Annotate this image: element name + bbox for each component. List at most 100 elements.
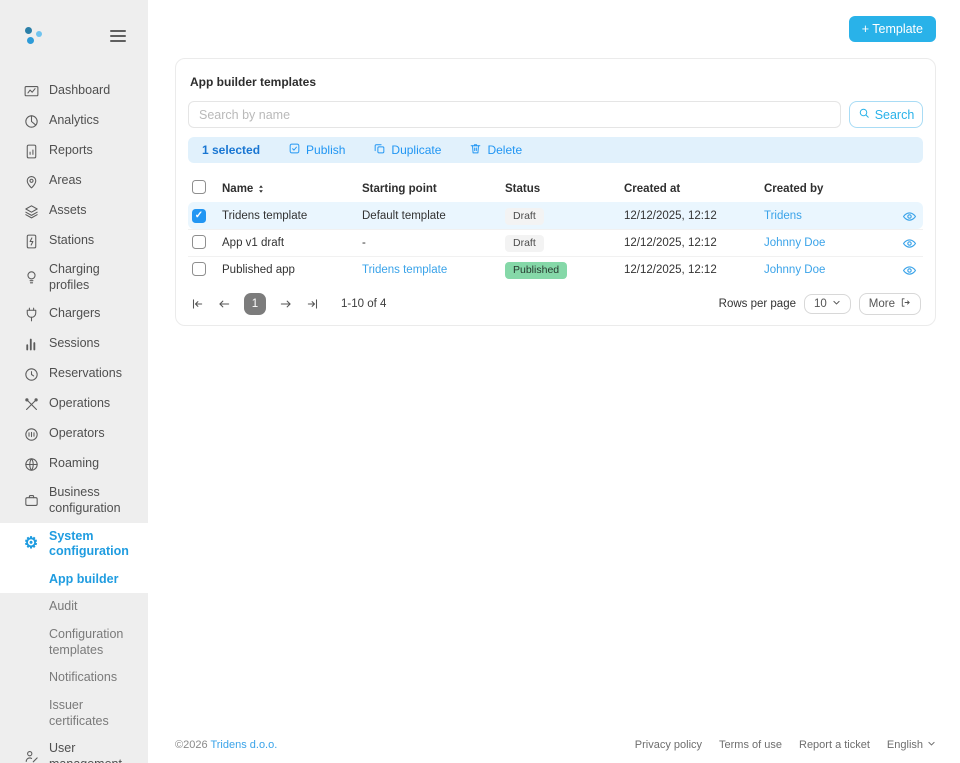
- duplicate-button[interactable]: Duplicate: [373, 142, 441, 158]
- hamburger-menu-icon[interactable]: [110, 30, 126, 42]
- add-template-button[interactable]: + Template: [849, 16, 936, 42]
- status-badge: Draft: [505, 235, 544, 252]
- operators-icon: [22, 425, 40, 443]
- sidebar-item-app-builder[interactable]: App builder: [0, 566, 148, 594]
- sidebar-item-assets[interactable]: Assets: [0, 196, 148, 226]
- sidebar-nav: DashboardAnalyticsReports Areas Assets Stat…: [0, 76, 148, 763]
- table-row[interactable]: App v1 draft - Draft 12/12/2025, 12:12 J…: [188, 229, 923, 256]
- sidebar-item-sessions[interactable]: Sessions: [0, 329, 148, 359]
- cell-starting-point: Default template: [362, 210, 505, 222]
- delete-label: Delete: [487, 143, 522, 157]
- sidebar-item-issuer-certificates[interactable]: Issuer certificates: [0, 692, 148, 735]
- sidebar-item-areas[interactable]: Areas: [0, 166, 148, 196]
- privacy-policy-link[interactable]: Privacy policy: [635, 739, 702, 751]
- column-header-name[interactable]: Name: [222, 183, 362, 195]
- rows-per-page-label: Rows per page: [719, 298, 796, 310]
- sidebar-item-analytics[interactable]: Analytics: [0, 106, 148, 136]
- topbar: + Template: [148, 0, 960, 58]
- templates-card: App builder templates Search 1 selected …: [175, 58, 936, 326]
- terms-of-use-link[interactable]: Terms of use: [719, 739, 782, 751]
- sidebar-item-operations[interactable]: Operations: [0, 389, 148, 419]
- view-icon[interactable]: [902, 263, 917, 278]
- language-label: English: [887, 739, 923, 751]
- user-management-icon: [22, 748, 40, 763]
- first-page-icon[interactable]: [190, 297, 204, 311]
- sidebar-item-label: Configuration templates: [49, 627, 131, 658]
- sidebar-item-user-management[interactable]: User management: [0, 735, 148, 763]
- sidebar-item-configuration-templates[interactable]: Configuration templates: [0, 621, 148, 664]
- sidebar-item-label: Notifications: [49, 670, 131, 686]
- created-by-link[interactable]: Tridens: [764, 210, 884, 222]
- sidebar-item-label: Areas: [49, 173, 131, 189]
- delete-button[interactable]: Delete: [469, 142, 522, 158]
- status-badge: Draft: [505, 208, 544, 225]
- column-header-status: Status: [505, 183, 624, 195]
- sidebar-item-charging-profiles[interactable]: Charging profiles: [0, 256, 148, 299]
- sidebar-item-label: System configuration: [49, 529, 131, 560]
- footer: ©2026 Tridens d.o.o. Privacy policy Term…: [148, 739, 960, 763]
- page-title: App builder templates: [190, 75, 923, 89]
- logo-icon: [24, 26, 44, 46]
- created-by-link[interactable]: Johnny Doe: [764, 264, 884, 276]
- sidebar-item-reservations[interactable]: Reservations: [0, 359, 148, 389]
- chargers-icon: [22, 305, 40, 323]
- company-link[interactable]: Tridens d.o.o.: [210, 739, 277, 751]
- footer-copyright: ©2026 Tridens d.o.o.: [175, 739, 277, 751]
- cell-name: Published app: [222, 264, 362, 276]
- sidebar-item-notifications[interactable]: Notifications: [0, 664, 148, 692]
- sidebar-item-label: App builder: [49, 572, 131, 588]
- column-header-created-at: Created at: [624, 183, 764, 195]
- table-row[interactable]: Tridens template Default template Draft …: [188, 202, 923, 229]
- publish-button[interactable]: Publish: [288, 142, 345, 158]
- cell-created-at: 12/12/2025, 12:12: [624, 237, 764, 249]
- sidebar-item-reports[interactable]: Reports: [0, 136, 148, 166]
- operations-icon: [22, 395, 40, 413]
- sidebar-item-chargers[interactable]: Chargers: [0, 299, 148, 329]
- row-checkbox[interactable]: [192, 235, 206, 249]
- view-icon[interactable]: [902, 236, 917, 251]
- report-a-ticket-link[interactable]: Report a ticket: [799, 739, 870, 751]
- sidebar-item-roaming[interactable]: Roaming: [0, 449, 148, 479]
- table-row[interactable]: Published app Tridens template Published…: [188, 256, 923, 283]
- search-button[interactable]: Search: [849, 101, 923, 128]
- more-button[interactable]: More: [859, 293, 921, 315]
- roaming-icon: [22, 455, 40, 473]
- previous-page-icon[interactable]: [217, 297, 231, 311]
- sort-icon: [256, 184, 266, 194]
- sidebar-item-business-configuration[interactable]: Business configuration: [0, 479, 148, 522]
- sidebar-item-audit[interactable]: Audit: [0, 593, 148, 621]
- areas-icon: [22, 172, 40, 190]
- view-icon[interactable]: [902, 209, 917, 224]
- rows-per-page-value: 10: [814, 298, 827, 310]
- pagination: 1 1-10 of 4 Rows per page 10 More: [188, 293, 923, 315]
- row-checkbox[interactable]: [192, 262, 206, 276]
- status-badge: Published: [505, 262, 567, 279]
- duplicate-label: Duplicate: [391, 143, 441, 157]
- sidebar-item-stations[interactable]: Stations: [0, 226, 148, 256]
- table-header: Name Starting point Status Created at Cr…: [188, 175, 923, 202]
- language-select[interactable]: English: [887, 739, 936, 751]
- sidebar-item-operators[interactable]: Operators: [0, 419, 148, 449]
- search-input[interactable]: [188, 101, 841, 128]
- analytics-icon: [22, 112, 40, 130]
- sidebar-item-system-configuration[interactable]: ⚙ System configuration: [0, 523, 148, 566]
- sidebar-item-label: Sessions: [49, 336, 131, 352]
- sidebar-item-dashboard[interactable]: Dashboard: [0, 76, 148, 106]
- copyright-text: ©2026: [175, 739, 210, 751]
- next-page-icon[interactable]: [279, 297, 293, 311]
- sidebar-header: [0, 0, 148, 46]
- sidebar-item-label: Stations: [49, 233, 131, 249]
- page-number-button[interactable]: 1: [244, 293, 266, 315]
- sidebar-item-label: Reservations: [49, 366, 131, 382]
- cell-starting-point: Tridens template: [362, 264, 505, 276]
- cell-name: App v1 draft: [222, 237, 362, 249]
- created-by-link[interactable]: Johnny Doe: [764, 237, 884, 249]
- system-configuration-icon: ⚙: [22, 535, 40, 553]
- row-checkbox[interactable]: [192, 209, 206, 223]
- rows-per-page-select[interactable]: 10: [804, 294, 851, 314]
- last-page-icon[interactable]: [306, 297, 320, 311]
- search-button-label: Search: [875, 108, 915, 122]
- stations-icon: [22, 232, 40, 250]
- select-all-checkbox[interactable]: [192, 180, 206, 194]
- column-name-label: Name: [222, 183, 253, 195]
